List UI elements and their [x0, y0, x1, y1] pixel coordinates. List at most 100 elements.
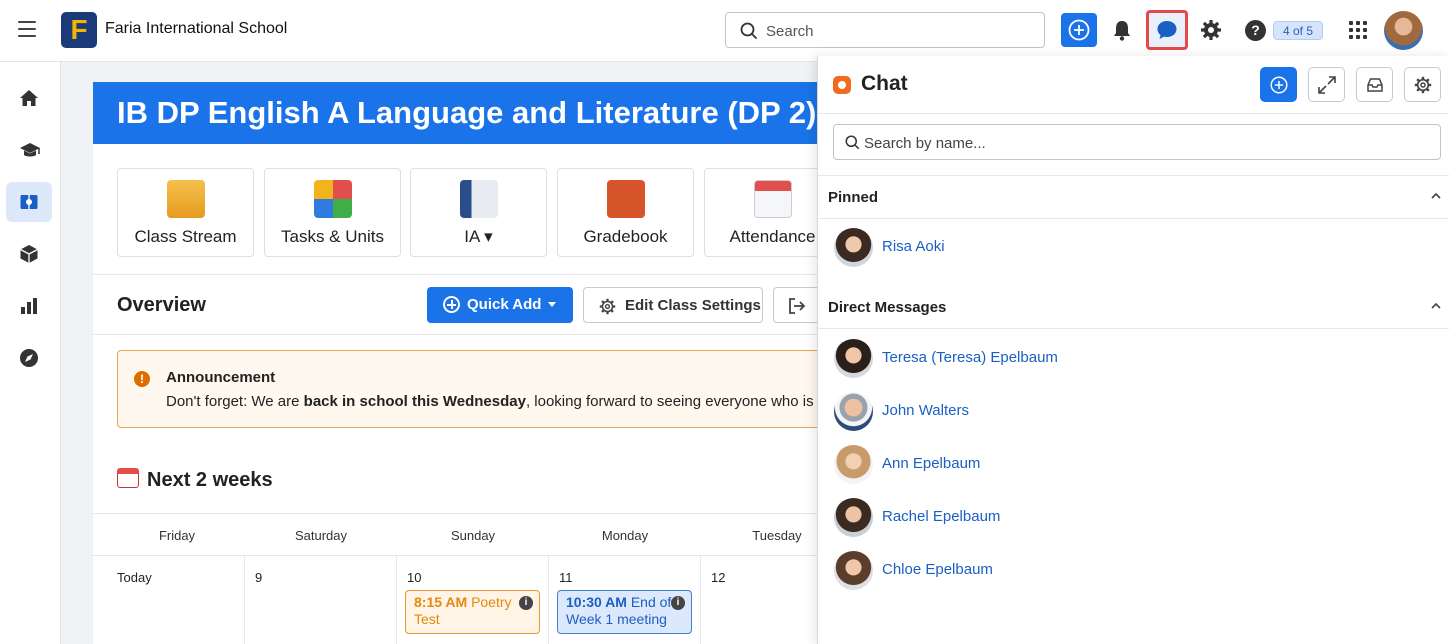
nav-home[interactable] [6, 78, 52, 118]
search-input[interactable] [766, 21, 1026, 41]
class-page: IB DP English A Language and Literature … [93, 82, 841, 644]
calendar-cell[interactable]: 9 [245, 556, 397, 644]
contact-name: Chloe Epelbaum [882, 561, 993, 578]
nav-courses[interactable] [6, 131, 52, 171]
notifications-bell-icon[interactable] [1112, 19, 1132, 46]
calendar-event[interactable]: 8:15 AM Poetry Test i [405, 590, 540, 634]
announcement-title: Announcement [166, 369, 276, 386]
contact-item[interactable]: Risa Aoki [818, 221, 1449, 274]
day-header: Sunday [450, 528, 496, 543]
tile-label: IA ▾ [464, 227, 493, 246]
cube-icon [20, 245, 38, 263]
inbox-icon [1367, 78, 1383, 92]
quick-add-button[interactable]: Quick Add [427, 287, 573, 323]
contact-item[interactable]: John Walters [818, 385, 1449, 438]
graduation-cap-icon [20, 143, 40, 157]
expand-chat-button[interactable] [1308, 67, 1345, 102]
nav-resources[interactable] [6, 234, 52, 274]
info-icon[interactable]: i [671, 596, 685, 610]
calendar-grid: Today 9 10 8:15 AM Poetry Test i 11 10:3… [93, 556, 833, 644]
compass-icon [20, 349, 38, 367]
day-number: 12 [711, 570, 726, 585]
school-logo[interactable]: F [61, 12, 97, 48]
avatar [834, 339, 873, 378]
edit-class-settings-button[interactable]: Edit Class Settings [583, 287, 763, 323]
nav-classes[interactable] [6, 182, 52, 222]
avatar [834, 498, 873, 537]
avatar [834, 551, 873, 590]
inbox-button[interactable] [1356, 67, 1393, 102]
announcement-card: ! Announcement Don't forget: We are back… [117, 350, 834, 428]
overview-title: Overview [117, 294, 206, 316]
chat-logo-icon [833, 76, 851, 94]
pinned-section-header[interactable]: Pinned [818, 176, 1449, 219]
contact-name: Teresa (Teresa) Epelbaum [882, 349, 1058, 366]
onboarding-progress-badge[interactable]: 4 of 5 [1273, 21, 1323, 40]
tile-tasks-units[interactable]: Tasks & Units [264, 168, 401, 257]
calendar-icon [117, 468, 139, 488]
day-header: Monday [601, 528, 649, 543]
info-icon[interactable]: i [519, 596, 533, 610]
attendance-calendar-icon [753, 180, 792, 218]
nav-explore[interactable] [6, 338, 52, 378]
tile-label: Class Stream [134, 227, 237, 246]
contact-item[interactable]: Teresa (Teresa) Epelbaum [818, 332, 1449, 385]
hamburger-menu-icon[interactable] [18, 21, 36, 37]
contact-name: John Walters [882, 402, 969, 419]
section-label: Direct Messages [828, 299, 947, 316]
chevron-up-icon [1431, 302, 1441, 309]
left-navigation [0, 62, 61, 644]
day-header: Friday [158, 528, 196, 543]
chat-search-input[interactable] [864, 133, 1424, 153]
home-icon [20, 90, 38, 106]
next-two-weeks-heading: Next 2 weeks [117, 468, 273, 492]
chat-header: Chat [818, 56, 1449, 114]
book-icon [20, 195, 38, 209]
calendar-cell[interactable]: Today [93, 556, 245, 644]
caret-down-icon [548, 302, 556, 307]
contact-item[interactable]: Ann Epelbaum [818, 438, 1449, 491]
new-chat-button[interactable] [1260, 67, 1297, 102]
class-stream-icon [166, 180, 205, 218]
search-icon [845, 135, 860, 150]
tile-ia[interactable]: IA ▾ [410, 168, 547, 257]
global-search[interactable] [725, 12, 1045, 48]
warning-icon: ! [134, 371, 150, 387]
edit-class-settings-label: Edit Class Settings [625, 297, 761, 314]
direct-messages-section-header[interactable]: Direct Messages [818, 286, 1449, 329]
quick-add-label: Quick Add [467, 296, 542, 313]
gradebook-icon [606, 180, 645, 218]
calendar-cell[interactable]: 11 10:30 AM End of Week 1 meeting i [549, 556, 701, 644]
overview-toolbar: Overview Quick Add Edit Class Settings [93, 274, 833, 335]
plus-circle-icon [1270, 76, 1288, 94]
chat-settings-button[interactable] [1404, 67, 1441, 102]
help-icon[interactable]: ? [1245, 20, 1266, 41]
plus-circle-icon [1068, 19, 1090, 41]
contact-item[interactable]: Rachel Epelbaum [818, 491, 1449, 544]
chat-search-bar [818, 114, 1449, 176]
apps-grid-icon[interactable] [1349, 21, 1367, 39]
settings-gear-icon[interactable] [1200, 19, 1222, 46]
day-header: Saturday [294, 528, 348, 543]
calendar-event[interactable]: 10:30 AM End of Week 1 meeting i [557, 590, 692, 634]
contact-name: Risa Aoki [882, 238, 945, 255]
tile-class-stream[interactable]: Class Stream [117, 168, 254, 257]
nav-analytics[interactable] [6, 286, 52, 326]
school-name[interactable]: Faria International School [105, 20, 287, 38]
puzzle-icon [313, 180, 352, 218]
gear-icon [599, 298, 616, 315]
contact-item[interactable]: Chloe Epelbaum [818, 544, 1449, 597]
chat-search-box[interactable] [833, 124, 1441, 160]
create-button[interactable] [1061, 13, 1097, 47]
contact-name: Rachel Epelbaum [882, 508, 1001, 525]
user-avatar[interactable] [1384, 11, 1423, 50]
documents-icon [459, 180, 498, 218]
tile-label: Tasks & Units [281, 227, 384, 246]
day-number: Today [117, 570, 152, 585]
plus-circle-icon [443, 296, 460, 313]
chat-title: Chat [861, 72, 908, 95]
chat-toggle-button[interactable] [1146, 10, 1188, 50]
calendar-cell[interactable]: 10 8:15 AM Poetry Test i [397, 556, 549, 644]
top-bar: F Faria International School ? 4 of 5 [0, 0, 1449, 62]
tile-gradebook[interactable]: Gradebook [557, 168, 694, 257]
